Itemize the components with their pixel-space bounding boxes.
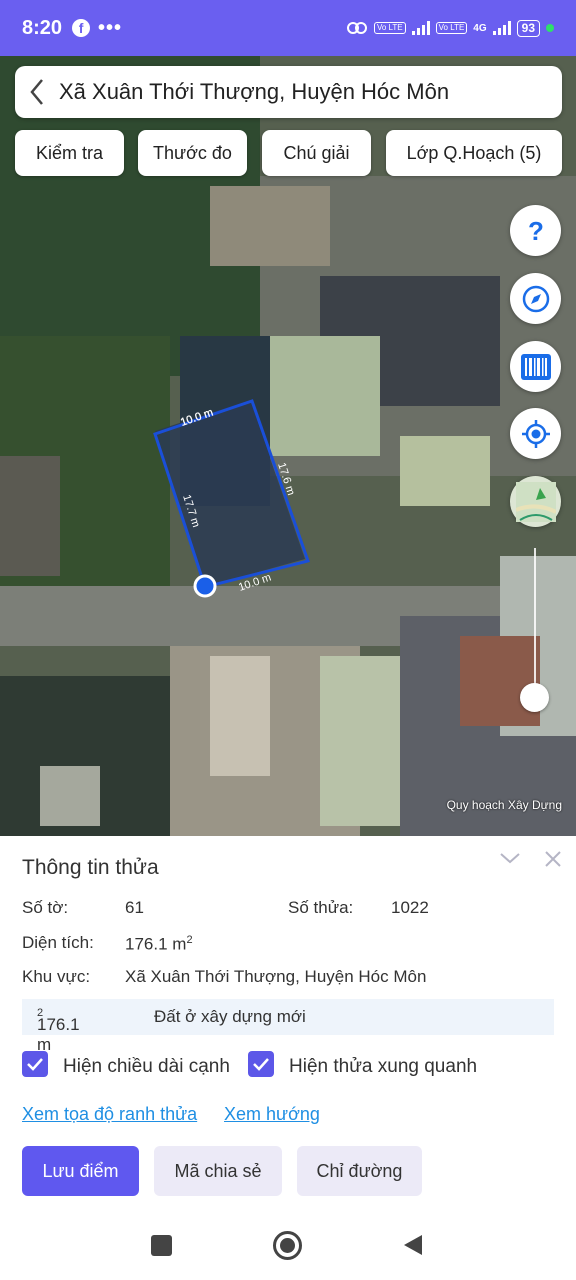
status-bar: 8:20 f ••• Vo LTE Vo LTE 4G 93 [0, 0, 576, 56]
signal-icon-2 [492, 21, 511, 35]
map-layer-icon [515, 481, 556, 522]
more-notifications-icon: ••• [98, 16, 123, 39]
my-location-icon [521, 419, 550, 448]
show-neighbors-checkbox[interactable] [248, 1051, 274, 1077]
save-point-button[interactable]: Lưu điểm [22, 1146, 139, 1196]
barcode-button[interactable] [510, 341, 561, 392]
close-icon[interactable] [543, 849, 563, 869]
home-icon[interactable] [273, 1231, 302, 1260]
hotspot-icon [346, 22, 367, 34]
help-icon: ? [528, 217, 544, 245]
region-value: Xã Xuân Thới Thượng, Huyện Hóc Môn [125, 967, 427, 986]
svg-text:?: ? [528, 217, 544, 245]
search-bar[interactable]: Xã Xuân Thới Thượng, Huyện Hóc Môn [15, 66, 562, 118]
planning-layers-button[interactable]: Lớp Q.Hoạch (5) [386, 130, 562, 176]
checkmark-icon [27, 1058, 43, 1071]
directions-button[interactable]: Chỉ đường [297, 1146, 422, 1196]
zoom-slider-knob[interactable] [520, 683, 549, 712]
share-code-button[interactable]: Mã chia sẻ [154, 1146, 282, 1196]
collapse-chevron-icon[interactable] [498, 850, 522, 866]
show-edges-checkbox[interactable] [22, 1051, 48, 1077]
land-use-row: 176.1 m2 Đất ở xây dựng mới [22, 999, 554, 1054]
plot-info-panel: Thông tin thửa Số tờ: 61 Số thửa: 1022 D… [0, 836, 576, 1218]
sheet-value: 61 [125, 898, 144, 917]
measure-button[interactable]: Thước đo [138, 130, 247, 176]
location-pin[interactable] [193, 574, 217, 598]
region-label: Khu vực: [22, 967, 91, 986]
plot-value: 1022 [391, 898, 429, 917]
map-watermark: Quy hoạch Xây Dựng [446, 798, 562, 812]
compass-button[interactable] [510, 273, 561, 324]
plot-label: Số thửa: [288, 898, 354, 917]
sheet-label: Số tờ: [22, 898, 69, 917]
edge-label-top: 10.0 m [179, 406, 215, 429]
signal-icon [411, 21, 430, 35]
status-indicators: Vo LTE Vo LTE 4G 93 [346, 19, 554, 37]
check-button[interactable]: Kiểm tra [15, 130, 124, 176]
legend-button[interactable]: Chú giải [262, 130, 371, 176]
privacy-dot-icon [546, 24, 554, 32]
system-nav-bar [0, 1218, 576, 1280]
area-label: Diện tích: [22, 933, 94, 952]
checkmark-icon [253, 1058, 269, 1071]
my-location-button[interactable] [510, 408, 561, 459]
zoom-slider-track[interactable] [534, 548, 536, 698]
barcode-icon [520, 353, 551, 380]
network-type: 4G [473, 22, 487, 34]
view-direction-link[interactable]: Xem hướng [224, 1104, 320, 1125]
land-area: 176.1 m2 [37, 1007, 80, 1054]
svg-text:10.0 m: 10.0 m [179, 407, 215, 429]
area-value: 176.1 m2 [125, 934, 193, 954]
volte-icon: Vo LTE [373, 22, 406, 34]
compass-icon [522, 285, 549, 312]
map-layer-button[interactable] [510, 476, 561, 527]
help-button[interactable]: ? [510, 205, 561, 256]
panel-title: Thông tin thửa [22, 856, 159, 879]
facebook-icon: f [72, 19, 91, 37]
back-arrow-icon[interactable] [15, 66, 59, 118]
recent-apps-icon[interactable] [151, 1235, 172, 1256]
battery-icon: 93 [516, 19, 540, 37]
volte-icon-2: Vo LTE [435, 22, 468, 34]
view-boundary-coords-link[interactable]: Xem tọa độ ranh thửa [22, 1104, 197, 1125]
land-type: Đất ở xây dựng mới [154, 1007, 306, 1026]
show-edges-label[interactable]: Hiện chiều dài cạnh [63, 1056, 230, 1078]
back-icon[interactable] [402, 1233, 424, 1257]
location-title: Xã Xuân Thới Thượng, Huyện Hóc Môn [59, 79, 450, 104]
show-neighbors-label[interactable]: Hiện thửa xung quanh [289, 1056, 477, 1078]
status-time: 8:20 [22, 16, 63, 39]
